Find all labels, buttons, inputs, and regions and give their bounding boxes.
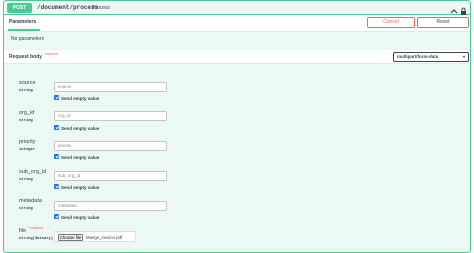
send-empty-label-org-id: Send empty value — [61, 125, 100, 131]
field-type-file: string($binary) — [19, 237, 54, 241]
content-type-select[interactable]: multipart/form-data ▾ — [393, 52, 469, 62]
required-marker: required — [45, 51, 58, 56]
reset-button[interactable]: Reset — [417, 17, 469, 28]
send-empty-label-metadata: Send empty value — [61, 214, 100, 220]
send-empty-checkbox-sub-org-id[interactable] — [54, 184, 59, 189]
send-empty-checkbox-org-id[interactable] — [54, 125, 59, 130]
field-type-source: string — [19, 89, 33, 93]
method-badge: POST — [7, 3, 32, 13]
priority-input[interactable]: priority — [54, 141, 167, 151]
metadata-input[interactable]: metadata — [54, 201, 167, 211]
send-empty-checkbox-source[interactable] — [54, 95, 59, 100]
field-name-org-id: org_id — [19, 110, 35, 116]
active-tab-indicator — [8, 29, 40, 31]
org-id-input[interactable]: org_id — [54, 111, 167, 121]
field-name-priority: priority — [19, 139, 36, 145]
send-empty-label-source: Send empty value — [61, 95, 100, 101]
field-type-org-id: string — [19, 119, 33, 123]
endpoint-description: Process — [92, 4, 111, 11]
content-type-value: multipart/form-data — [397, 54, 439, 59]
file-input[interactable]: Choose file Mango_invoice.pdf — [54, 231, 136, 242]
endpoint-path: /document/process — [37, 4, 99, 11]
tab-parameters[interactable]: Parameters — [9, 19, 36, 25]
field-type-metadata: string — [19, 207, 33, 211]
operation-summary[interactable]: POST /document/process Process — [4, 1, 470, 15]
request-body-title: Request body — [9, 54, 43, 60]
no-parameters-text: No parameters — [11, 36, 45, 42]
send-empty-label-priority: Send empty value — [61, 154, 100, 160]
sub-org-id-input[interactable]: sub_org_id — [54, 171, 167, 181]
field-type-sub-org-id: string — [19, 178, 33, 182]
send-empty-checkbox-priority[interactable] — [54, 154, 59, 159]
source-input[interactable]: source — [54, 82, 167, 92]
send-empty-label-sub-org-id: Send empty value — [61, 184, 100, 190]
choose-file-button[interactable]: Choose file — [58, 233, 83, 241]
selected-file-name: Mango_invoice.pdf — [86, 234, 123, 240]
field-name-sub-org-id: sub_org_id — [19, 169, 47, 175]
send-empty-checkbox-metadata[interactable] — [54, 214, 59, 219]
field-name-metadata: metadata — [19, 198, 42, 204]
request-body-header: Request body required multipart/form-dat… — [4, 50, 470, 64]
file-required-marker: * required — [28, 226, 44, 230]
field-name-source: source — [19, 80, 36, 86]
field-type-priority: integer — [19, 148, 35, 152]
field-name-file: file — [19, 228, 27, 234]
post-operation-block: POST /document/process Process Parameter… — [3, 0, 471, 253]
parameters-header: Parameters Cancel Reset — [4, 15, 470, 32]
chevron-down-icon: ▾ — [462, 54, 465, 59]
cancel-button[interactable]: Cancel — [367, 17, 415, 28]
